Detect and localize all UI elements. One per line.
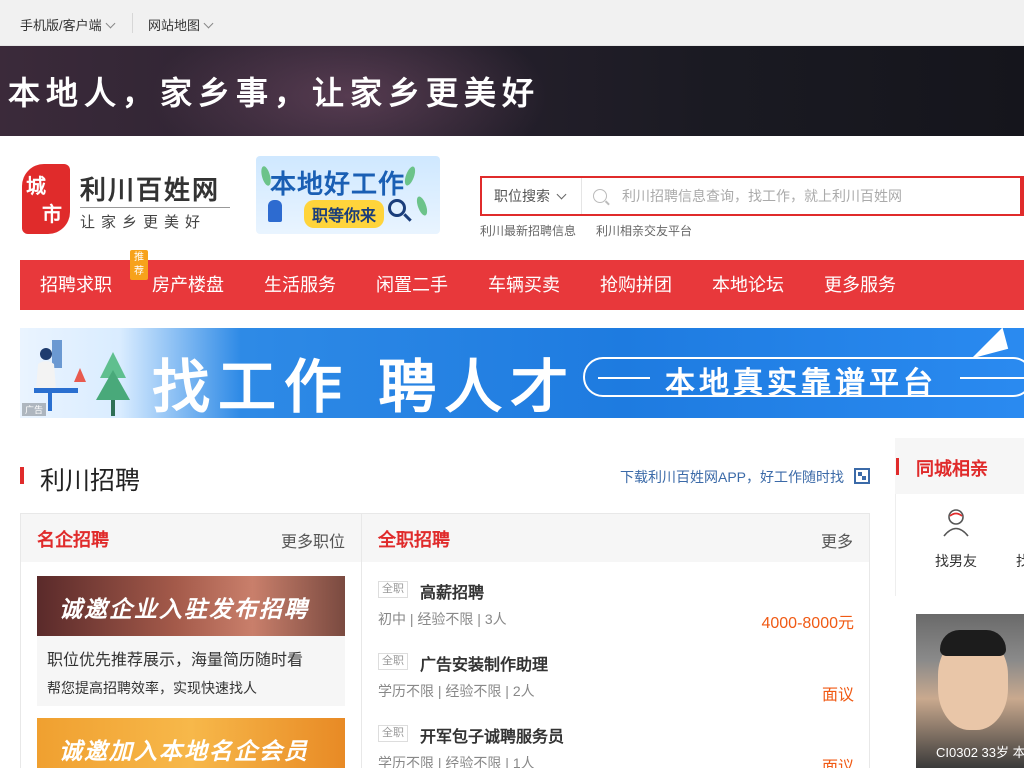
search-input[interactable]: [622, 182, 1012, 210]
paper-plane-icon: [965, 328, 1009, 359]
find-girlfriend-link[interactable]: 找: [1016, 551, 1024, 571]
card-line-2: 帮您提高招聘效率，实现快速找人: [47, 680, 257, 696]
nav-item-forum[interactable]: 本地论坛: [712, 260, 784, 310]
person-figure-icon: [268, 200, 282, 222]
banner-slogan: 本地人，家乡事，让家乡更美好: [8, 74, 541, 112]
ad-pill-text: 本地真实靠谱平台: [665, 367, 937, 400]
nav-item-vehicles[interactable]: 车辆买卖: [488, 260, 560, 310]
famous-jobs-title[interactable]: 名企招聘: [37, 526, 109, 552]
card-banner-text: 诚邀加入本地名企会员: [59, 738, 309, 764]
job-list-item[interactable]: 全职 广告安装制作助理 学历不限 | 经验不限 | 2人 面议: [378, 647, 854, 709]
job-type-badge: 全职: [378, 725, 408, 742]
divider: [960, 377, 1024, 379]
section-title: 利川招聘: [40, 467, 141, 495]
card-banner-image: 诚邀企业入驻发布招聘: [37, 576, 345, 636]
divider: [598, 377, 650, 379]
mobile-client-label: 手机版/客户端: [20, 18, 102, 33]
job-title[interactable]: 广告安装制作助理: [420, 651, 548, 675]
divider: [361, 513, 362, 768]
nav-label: 招聘求职: [40, 275, 112, 295]
leaf-decoration: [414, 195, 430, 217]
nav-item-more-services[interactable]: 更多服务: [824, 260, 896, 310]
recruit-ad-banner[interactable]: 找工作 聘人才 本地真实靠谱平台 广告: [20, 328, 1024, 418]
hot-search-links: 利川最新招聘信息 利川相亲交友平台: [480, 222, 712, 239]
job-title[interactable]: 开军包子诚聘服务员: [420, 723, 564, 747]
hot-link-dating[interactable]: 利川相亲交友平台: [596, 224, 692, 238]
card-banner-image: 诚邀加入本地名企会员: [37, 718, 345, 768]
promo-subtitle: 职等你来: [304, 200, 385, 228]
ad-tag: 广告: [22, 403, 47, 416]
card-banner-text: 诚邀企业入驻发布招聘: [59, 596, 309, 622]
ad-headline: 找工作 聘人才: [152, 353, 577, 418]
site-tagline: 让家乡更美好: [80, 214, 207, 231]
nav-item-life-services[interactable]: 生活服务: [264, 260, 336, 310]
section-accent-bar: [896, 458, 899, 475]
job-promo-banner[interactable]: 本地好工作 职等你来: [256, 156, 440, 234]
top-bar: 手机版/客户端 网站地图: [0, 0, 1024, 46]
enterprise-promo-card[interactable]: 诚邀企业入驻发布招聘 职位优先推荐展示，海量简历随时看 帮您提高招聘效率，实现快…: [37, 576, 345, 706]
job-meta: 学历不限 | 经验不限 | 1人: [378, 755, 535, 768]
search-icon: [593, 189, 607, 203]
job-salary: 面议: [821, 759, 854, 768]
job-title[interactable]: 高薪招聘: [420, 579, 484, 603]
chevron-down-icon: [556, 189, 567, 200]
search-button[interactable]: [1020, 176, 1024, 216]
job-list-item[interactable]: 全职 开军包子诚聘服务员 学历不限 | 经验不限 | 1人 面议: [378, 719, 854, 768]
logo-char-2: 市: [42, 202, 62, 226]
nav-item-realestate[interactable]: 房产楼盘: [152, 260, 224, 310]
card-body: 职位优先推荐展示，海量简历随时看 帮您提高招聘效率，实现快速找人: [37, 636, 345, 706]
dating-profile-photo[interactable]: CI0302 33岁 本: [916, 614, 1024, 768]
profile-caption: CI0302 33岁 本: [936, 745, 1024, 760]
top-banner[interactable]: 本地人，家乡事，让家乡更美好: [0, 46, 1024, 136]
qrcode-icon[interactable]: [854, 468, 870, 484]
nav-item-secondhand[interactable]: 闲置二手: [376, 260, 448, 310]
job-salary: 面议: [821, 687, 854, 704]
search-category-select[interactable]: 职位搜索: [482, 178, 582, 214]
tree-decoration-icon: [96, 352, 130, 416]
job-type-badge: 全职: [378, 653, 408, 670]
card-line-1: 职位优先推荐展示，海量简历随时看: [47, 652, 304, 669]
divider: [132, 13, 133, 33]
mobile-client-link[interactable]: 手机版/客户端: [20, 15, 116, 34]
find-boyfriend-link[interactable]: 找男友: [935, 551, 977, 571]
job-salary: 4000-8000元: [761, 615, 854, 632]
section-accent-bar: [20, 467, 24, 484]
promo-title: 本地好工作: [270, 169, 406, 199]
hot-link-jobs[interactable]: 利川最新招聘信息: [480, 224, 576, 238]
nav-item-group-buy[interactable]: 抢购拼团: [600, 260, 672, 310]
job-meta: 初中 | 经验不限 | 3人: [378, 611, 507, 627]
job-type-badge: 全职: [378, 581, 408, 598]
nav-item-jobs[interactable]: 招聘求职 推荐: [40, 250, 148, 310]
famous-more-link[interactable]: 更多职位: [281, 528, 345, 552]
profile-hair: [940, 630, 1006, 656]
search-category-label: 职位搜索: [494, 188, 550, 204]
site-logo[interactable]: 城 市: [22, 164, 70, 234]
sitemap-label: 网站地图: [148, 18, 201, 33]
user-male-icon[interactable]: [942, 507, 970, 537]
site-name[interactable]: 利川百姓网: [80, 170, 220, 207]
job-meta: 学历不限 | 经验不限 | 2人: [378, 683, 535, 699]
job-list-item[interactable]: 全职 高薪招聘 初中 | 经验不限 | 3人 4000-8000元: [378, 575, 854, 637]
fulltime-jobs-title[interactable]: 全职招聘: [378, 526, 450, 552]
logo-char-1: 城: [26, 174, 46, 198]
dating-title[interactable]: 同城相亲: [916, 455, 988, 481]
sitemap-link[interactable]: 网站地图: [148, 15, 214, 34]
recommend-badge: 推荐: [130, 250, 148, 280]
magnifier-handle: [403, 213, 412, 222]
fulltime-more-link[interactable]: 更多: [821, 528, 853, 552]
person-illustration-icon: [34, 340, 86, 411]
search-bar: 职位搜索: [480, 176, 1024, 216]
member-promo-card[interactable]: 诚邀加入本地名企会员: [37, 718, 345, 768]
app-download-link[interactable]: 下载利川百姓网APP，好工作随时找: [620, 467, 844, 487]
chevron-down-icon: [105, 18, 116, 29]
main-nav: 招聘求职 推荐 房产楼盘 生活服务 闲置二手 车辆买卖 抢购拼团 本地论坛 更多服…: [20, 250, 1024, 310]
divider: [80, 207, 230, 208]
chevron-down-icon: [203, 18, 214, 29]
